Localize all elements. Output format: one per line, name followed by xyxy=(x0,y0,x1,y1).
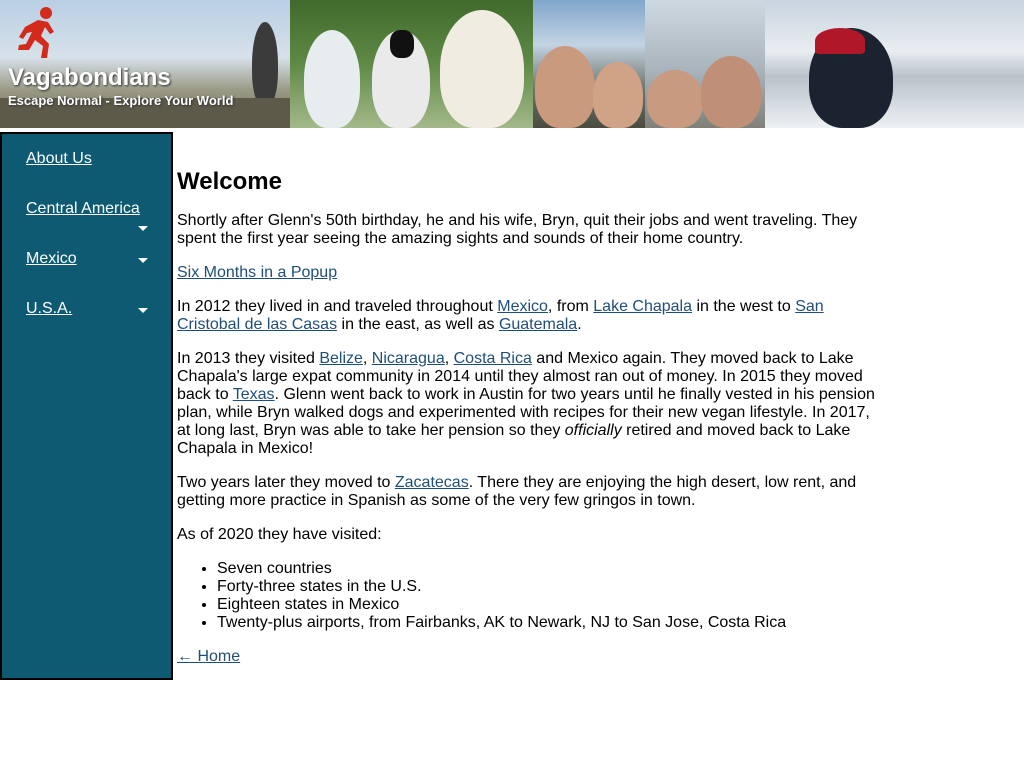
paragraph-2013: In 2013 they visited Belize, Nicaragua, … xyxy=(177,350,882,458)
sidebar-link-usa[interactable]: U.S.A. xyxy=(26,300,72,318)
banner-photo-mask xyxy=(390,30,414,58)
emphasis-officially: officially xyxy=(564,422,622,439)
page-title: Welcome xyxy=(177,168,282,195)
text-segment: In 2012 they lived in and traveled throu… xyxy=(177,298,498,315)
list-item: Seven countries xyxy=(217,560,882,578)
header-banner: Vagabondians Escape Normal - Explore You… xyxy=(0,0,1024,128)
home-link[interactable]: ← Home xyxy=(177,648,240,665)
runner-logo-icon xyxy=(18,7,54,58)
text-segment: . xyxy=(577,316,582,333)
paragraph-2012: In 2012 they lived in and traveled throu… xyxy=(177,298,882,334)
banner-photo-couple xyxy=(533,0,645,128)
text-segment: , xyxy=(444,350,454,367)
chevron-down-icon[interactable] xyxy=(138,226,148,231)
link-six-months-popup[interactable]: Six Months in a Popup xyxy=(177,264,337,281)
banner-photo-red-hat xyxy=(815,28,865,54)
intro-paragraph: Shortly after Glenn's 50th birthday, he … xyxy=(177,212,858,247)
sidebar-link-central-america[interactable]: Central America xyxy=(26,200,140,218)
site-tagline: Escape Normal - Explore Your World xyxy=(8,93,234,108)
link-nicaragua[interactable]: Nicaragua xyxy=(372,350,445,367)
list-item: Forty-three states in the U.S. xyxy=(217,578,882,596)
banner-photo-tower xyxy=(645,0,765,128)
text-segment: , from xyxy=(547,298,594,315)
banner-photo-figure xyxy=(593,62,643,128)
text-segment: in the west to xyxy=(692,298,796,315)
visited-list: Seven countries Forty-three states in th… xyxy=(177,560,882,632)
paragraph-zacatecas: Two years later they moved to Zacatecas.… xyxy=(177,474,882,510)
chevron-down-icon[interactable] xyxy=(138,308,148,313)
list-item: Twenty-plus airports, from Fairbanks, AK… xyxy=(217,614,882,632)
link-lake-chapala[interactable]: Lake Chapala xyxy=(593,298,692,315)
visited-intro: As of 2020 they have visited: xyxy=(177,526,382,543)
sidebar-item-central-america: Central America xyxy=(26,200,166,218)
banner-photo-glacier xyxy=(765,0,1024,128)
sidebar-item-about-us: About Us xyxy=(26,150,166,168)
banner-photo-figure xyxy=(440,10,524,128)
text-segment: , xyxy=(362,350,372,367)
main-content: Welcome Shortly after Glenn's 50th birth… xyxy=(177,160,882,682)
link-zacatecas[interactable]: Zacatecas xyxy=(395,474,469,491)
banner-photo-figure xyxy=(647,70,703,128)
link-belize[interactable]: Belize xyxy=(319,350,363,367)
home-paragraph: ← Home xyxy=(177,648,882,666)
link-guatemala[interactable]: Guatemala xyxy=(499,316,577,333)
link-mexico[interactable]: Mexico xyxy=(497,298,548,315)
sidebar-link-mexico[interactable]: Mexico xyxy=(26,250,77,268)
popup-paragraph: Six Months in a Popup xyxy=(177,264,882,282)
banner-photo-group xyxy=(290,0,533,128)
banner-photo-figure xyxy=(701,56,761,128)
site-title[interactable]: Vagabondians xyxy=(8,64,171,92)
link-costa-rica[interactable]: Costa Rica xyxy=(454,350,532,367)
sidebar-link-about-us[interactable]: About Us xyxy=(26,150,92,168)
link-texas[interactable]: Texas xyxy=(233,386,275,403)
text-segment: In 2013 they visited xyxy=(177,350,320,367)
list-item: Eighteen states in Mexico xyxy=(217,596,882,614)
text-segment: in the east, as well as xyxy=(337,316,499,333)
sidebar-nav: About Us Central America Mexico U.S.A. xyxy=(0,132,173,680)
text-segment: Two years later they moved to xyxy=(177,474,395,491)
banner-photo-figure xyxy=(535,46,595,128)
banner-photo-figure xyxy=(252,22,278,106)
banner-photo-figure xyxy=(304,30,360,128)
chevron-down-icon[interactable] xyxy=(138,258,148,263)
